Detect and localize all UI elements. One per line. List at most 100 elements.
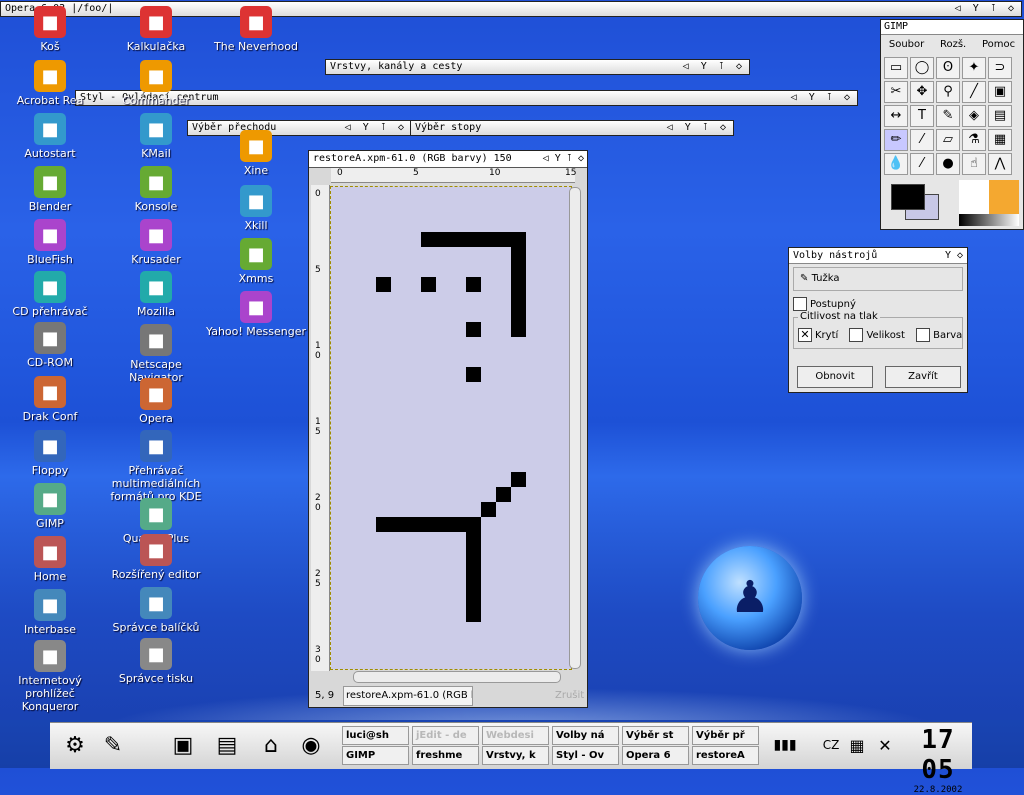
- vertical-scrollbar[interactable]: [569, 187, 581, 669]
- desktop-icon-package[interactable]: ■ Správce balíčků: [106, 587, 206, 634]
- menu-file[interactable]: Soubor: [889, 35, 924, 55]
- brush-pattern-preview[interactable]: [959, 180, 1019, 226]
- gimp-tool-12-icon[interactable]: ✎: [936, 105, 960, 127]
- taskbar-task[interactable]: jEdit - de: [412, 726, 479, 745]
- color-selector[interactable]: [885, 180, 947, 226]
- desktop-icon-cd-player[interactable]: ■ CD přehrávač: [0, 271, 100, 318]
- gimp-tool-4-icon[interactable]: ⊃: [988, 57, 1012, 79]
- pattern-window-bar[interactable]: Výběr stopy ◁ Y ⊺ ◇: [410, 120, 734, 136]
- desktop-icon-media-player[interactable]: ■ Přehrávač multimediálních formátů pro K…: [106, 430, 206, 503]
- desktop-icon-printer[interactable]: ■ Správce tisku: [106, 638, 206, 685]
- gimp-tool-2-icon[interactable]: ʘ: [936, 57, 960, 79]
- klipper-icon[interactable]: ✕: [868, 727, 902, 763]
- desktop-icon-trash[interactable]: ■ Koš: [0, 6, 100, 53]
- konsole-icon[interactable]: ▣: [166, 727, 200, 763]
- system-monitor-icon[interactable]: ▮▮▮: [768, 727, 802, 763]
- taskbar-task[interactable]: luci@sh: [342, 726, 409, 745]
- desktop-icon-xkill[interactable]: ■ Xkill: [206, 185, 306, 232]
- taskbar-task[interactable]: Volby ná: [552, 726, 619, 745]
- image-canvas[interactable]: [330, 186, 572, 670]
- taskbar-task[interactable]: Výběr st: [622, 726, 689, 745]
- gimp-tool-22-icon[interactable]: ●: [936, 153, 960, 175]
- desktop-icon-yahoo[interactable]: ■ Yahoo! Messenger: [206, 291, 306, 338]
- gimp-tool-17-icon[interactable]: ▱: [936, 129, 960, 151]
- desktop-icon-fish[interactable]: ■ BlueFish: [0, 219, 100, 266]
- window-controls[interactable]: ◁ Y ⊺ ◇: [683, 60, 745, 74]
- gimp-tool-19-icon[interactable]: ▦: [988, 129, 1012, 151]
- taskbar-task[interactable]: GIMP: [342, 746, 409, 765]
- desktop-icon-blender[interactable]: ■ Blender: [0, 166, 100, 213]
- desktop-icon-floppy[interactable]: ■ Floppy: [0, 430, 100, 477]
- window-controls[interactable]: ◁ Y ⊺ ◇: [345, 121, 407, 135]
- desktop-icon-xine[interactable]: ■ Xine: [206, 130, 306, 177]
- gimp-tool-15-icon[interactable]: ✏: [884, 129, 908, 151]
- window-controls[interactable]: ◁ Y ⊺ ◇: [955, 2, 1017, 16]
- desktop-icon-home[interactable]: ■ Home: [0, 536, 100, 583]
- gimp-tool-1-icon[interactable]: ◯: [910, 57, 934, 79]
- home-icon[interactable]: ⌂: [254, 727, 288, 763]
- incremental-option[interactable]: Postupný: [793, 297, 963, 311]
- taskbar-task[interactable]: Výběr př: [692, 726, 759, 745]
- gimp-tool-21-icon[interactable]: ⁄: [910, 153, 934, 175]
- desktop-icon-opera[interactable]: ■ Opera: [106, 378, 206, 425]
- desktop-icon-xmms[interactable]: ■ Xmms: [206, 238, 306, 285]
- desktop-icon-cdrom[interactable]: ■ CD-ROM: [0, 322, 100, 369]
- taskbar-task[interactable]: Styl - Ov: [552, 746, 619, 765]
- gimp-tool-11-icon[interactable]: T: [910, 105, 934, 127]
- desktop-icon-netscape[interactable]: ■Netscape Navigator: [106, 324, 206, 384]
- gimp-tool-16-icon[interactable]: ⁄: [910, 129, 934, 151]
- window-controls[interactable]: Y ◇: [945, 248, 963, 263]
- desktop-icon-kmail[interactable]: ■ KMail: [106, 113, 206, 160]
- gimp-tool-9-icon[interactable]: ▣: [988, 81, 1012, 103]
- horizontal-scrollbar[interactable]: [353, 671, 561, 683]
- color-checkbox[interactable]: [916, 328, 931, 342]
- window-controls[interactable]: ◁ Y ⊺ ◇: [542, 151, 584, 167]
- gimp-tool-13-icon[interactable]: ◈: [962, 105, 986, 127]
- cancel-button[interactable]: Zrušit: [555, 685, 584, 707]
- taskbar-task[interactable]: freshme: [412, 746, 479, 765]
- gimp-tool-8-icon[interactable]: ╱: [962, 81, 986, 103]
- tool-options-title-bar[interactable]: Volby nástrojů Y ◇: [789, 248, 967, 264]
- layers-window-bar[interactable]: Vrstvy, kanály a cesty ◁ Y ⊺ ◇: [325, 59, 750, 75]
- clock[interactable]: 17 05 22.8.2002: [906, 725, 970, 795]
- image-window-title-bar[interactable]: restoreA.xpm-61.0 (RGB barvy) 150 ◁ Y ⊺ …: [309, 151, 587, 168]
- gimp-tool-0-icon[interactable]: ▭: [884, 57, 908, 79]
- reset-button[interactable]: Obnovit: [797, 366, 873, 388]
- desktop-icon-calculator[interactable]: ■ Kalkulačka: [106, 6, 206, 53]
- incremental-checkbox[interactable]: [793, 297, 807, 311]
- desktop-icon-neverhood[interactable]: ■ The Neverhood: [206, 6, 306, 53]
- window-controls[interactable]: ◁ Y ⊺ ◇: [791, 91, 853, 105]
- desktop-icon-interbase[interactable]: ■ Interbase: [0, 589, 100, 636]
- gimp-tool-7-icon[interactable]: ⚲: [936, 81, 960, 103]
- desktop-icon-commander[interactable]: ■ Commander: [106, 60, 206, 107]
- gimp-tool-18-icon[interactable]: ⚗: [962, 129, 986, 151]
- desktop-icon-krusader[interactable]: ■ Krusader: [106, 219, 206, 266]
- gimp-tool-14-icon[interactable]: ▤: [988, 105, 1012, 127]
- window-controls[interactable]: ◁ Y ⊺ ◇: [667, 121, 729, 135]
- desktop-icon-acrobat[interactable]: ■ Acrobat Rea: [0, 60, 100, 107]
- kcontrol-icon[interactable]: ▤: [210, 727, 244, 763]
- foreground-color-swatch[interactable]: [891, 184, 925, 210]
- desktop-icon-konsole[interactable]: ■ Konsole: [106, 166, 206, 213]
- gimp-tool-10-icon[interactable]: ↔: [884, 105, 908, 127]
- taskbar-task[interactable]: Vrstvy, k: [482, 746, 549, 765]
- desktop-icon-editor[interactable]: ■ Rozšířený editor: [106, 534, 206, 581]
- taskbar-task[interactable]: Opera 6: [622, 746, 689, 765]
- konqueror-icon[interactable]: ◉: [294, 727, 328, 763]
- desktop-icon[interactable]: ✎: [96, 727, 130, 763]
- gimp-tool-3-icon[interactable]: ✦: [962, 57, 986, 79]
- close-button[interactable]: Zavřít: [885, 366, 961, 388]
- gimp-tool-20-icon[interactable]: 💧: [884, 153, 908, 175]
- desktop-icon-konqueror[interactable]: ■ Internetový prohlížeč Konqueror: [0, 640, 100, 713]
- gimp-tool-6-icon[interactable]: ✥: [910, 81, 934, 103]
- gimp-tool-24-icon[interactable]: ⋀: [988, 153, 1012, 175]
- desktop-icon-mozilla[interactable]: ■ Mozilla: [106, 271, 206, 318]
- gimp-tool-5-icon[interactable]: ✂: [884, 81, 908, 103]
- menu-extensions[interactable]: Rozš.: [940, 35, 966, 55]
- taskbar-task[interactable]: restoreA: [692, 746, 759, 765]
- gimp-tool-23-icon[interactable]: ☝: [962, 153, 986, 175]
- desktop-icon-drakconf[interactable]: ■ Drak Conf: [0, 376, 100, 423]
- taskbar-task[interactable]: Webdesi: [482, 726, 549, 745]
- menu-help[interactable]: Pomoc: [982, 35, 1015, 55]
- kde-menu-icon[interactable]: ⚙: [58, 727, 92, 763]
